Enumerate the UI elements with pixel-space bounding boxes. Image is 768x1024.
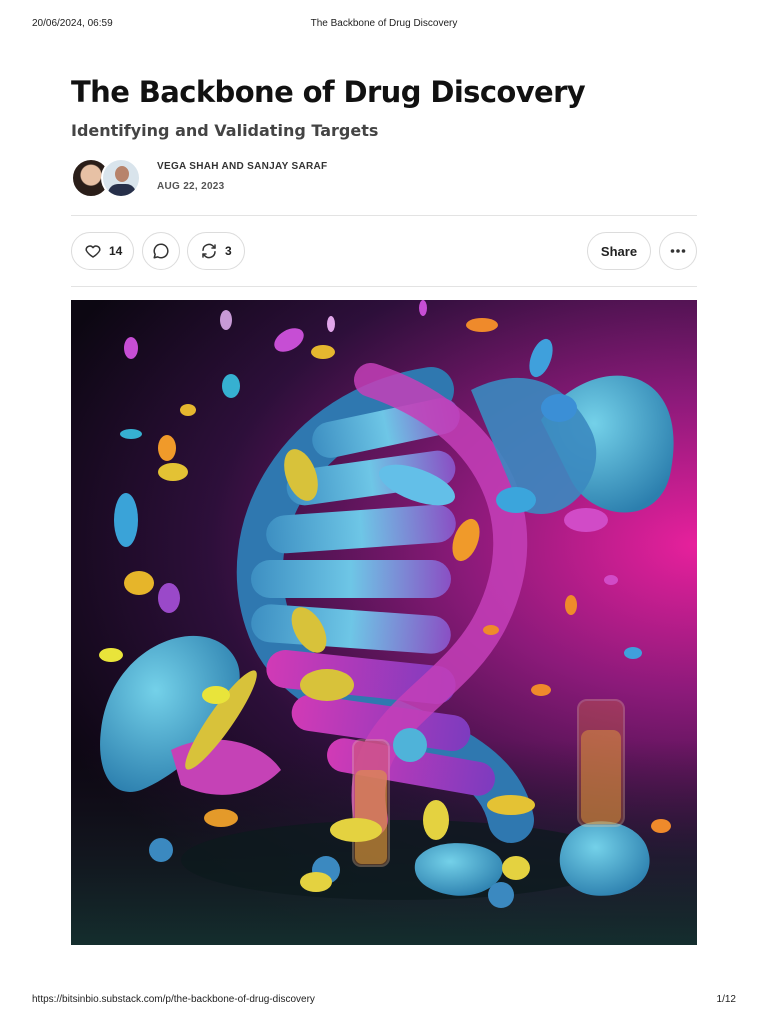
dna-pills-illustration <box>71 300 697 945</box>
article-title: The Backbone of Drug Discovery <box>71 75 586 109</box>
hero-image[interactable] <box>71 300 697 945</box>
divider <box>71 286 697 287</box>
restack-count: 3 <box>225 244 232 258</box>
avatar[interactable] <box>101 158 141 198</box>
publish-date: AUG 22, 2023 <box>157 181 225 192</box>
share-button[interactable]: Share <box>587 232 651 270</box>
print-document-title: The Backbone of Drug Discovery <box>310 18 458 29</box>
like-button[interactable]: 14 <box>71 232 134 270</box>
restack-arrows-icon <box>200 242 218 260</box>
print-footer: https://bitsinbio.substack.com/p/the-bac… <box>32 994 736 1008</box>
more-options-button[interactable] <box>659 232 697 270</box>
restack-button[interactable]: 3 <box>187 232 245 270</box>
comment-bubble-icon <box>152 242 170 260</box>
ellipsis-icon <box>670 248 686 254</box>
comment-button[interactable] <box>142 232 180 270</box>
post-actions: 14 3 Share <box>71 216 697 286</box>
print-header: 20/06/2024, 06:59 The Backbone of Drug D… <box>32 18 736 32</box>
author-names[interactable]: VEGA SHAH AND SANJAY SARAF <box>157 160 327 174</box>
byline: VEGA SHAH AND SANJAY SARAF AUG 22, 2023 <box>71 158 697 200</box>
article: The Backbone of Drug Discovery Identifyi… <box>71 72 697 287</box>
article-subtitle: Identifying and Validating Targets <box>71 121 379 140</box>
author-avatars <box>71 158 143 198</box>
like-count: 14 <box>109 244 123 258</box>
print-url: https://bitsinbio.substack.com/p/the-bac… <box>32 994 315 1005</box>
page-indicator: 1/12 <box>716 994 736 1005</box>
heart-icon <box>84 242 102 260</box>
byline-text: VEGA SHAH AND SANJAY SARAF AUG 22, 2023 <box>157 160 327 194</box>
